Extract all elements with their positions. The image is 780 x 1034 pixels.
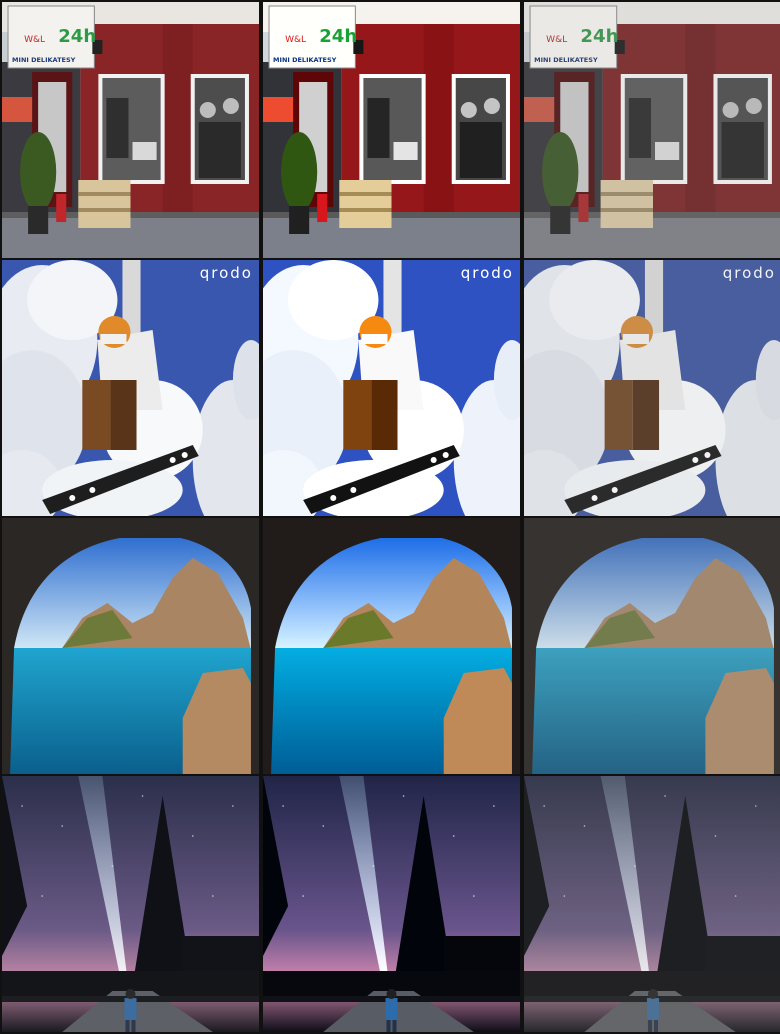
- watermark-text: qrodo: [460, 264, 514, 282]
- sign-name-text: MINI DELIKATESY: [534, 56, 598, 64]
- night-flashlight-image: [524, 776, 780, 1032]
- night-flashlight-image: [2, 776, 259, 1032]
- sign-hours-text: 24h: [580, 26, 618, 47]
- storefront-image: W&L 24h MINI DELIKATESY: [263, 2, 520, 258]
- grid-cell-night-flashlight-variant-2: [263, 776, 520, 1032]
- grid-cell-sea-cave-variant-3: [524, 518, 780, 774]
- sea-cave-image: [2, 518, 259, 774]
- watermark-text: qrodo: [199, 264, 253, 282]
- sea-cave-image: [524, 518, 780, 774]
- grid-cell-sea-cave-variant-1: [2, 518, 259, 774]
- image-comparison-grid: W&L 24h MINI DELIKATESY W&L 24h MINI DEL…: [0, 0, 780, 1034]
- grid-cell-snowboarder-variant-3: qrodo: [524, 260, 780, 516]
- grid-cell-snowboarder-variant-1: qrodo: [2, 260, 259, 516]
- sign-hours-text: 24h: [319, 26, 357, 47]
- grid-cell-night-flashlight-variant-3: [524, 776, 780, 1032]
- sign-hours-text: 24h: [58, 26, 96, 47]
- snowboarder-image: [524, 260, 780, 516]
- sign-name-text: MINI DELIKATESY: [12, 56, 76, 64]
- sign-top-text: W&L: [546, 35, 567, 45]
- storefront-image: W&L 24h MINI DELIKATESY: [524, 2, 780, 258]
- grid-cell-storefront-variant-3: W&L 24h MINI DELIKATESY: [524, 2, 780, 258]
- grid-cell-snowboarder-variant-2: qrodo: [263, 260, 520, 516]
- night-flashlight-image: [263, 776, 520, 1032]
- sign-top-text: W&L: [24, 35, 45, 45]
- snowboarder-image: [2, 260, 259, 516]
- grid-cell-storefront-variant-1: W&L 24h MINI DELIKATESY: [2, 2, 259, 258]
- sea-cave-image: [263, 518, 520, 774]
- watermark-text: qrodo: [722, 264, 776, 282]
- sign-name-text: MINI DELIKATESY: [273, 56, 337, 64]
- grid-cell-night-flashlight-variant-1: [2, 776, 259, 1032]
- snowboarder-image: [263, 260, 520, 516]
- grid-cell-storefront-variant-2: W&L 24h MINI DELIKATESY: [263, 2, 520, 258]
- sign-top-text: W&L: [285, 35, 306, 45]
- grid-cell-sea-cave-variant-2: [263, 518, 520, 774]
- storefront-image: W&L 24h MINI DELIKATESY: [2, 2, 259, 258]
